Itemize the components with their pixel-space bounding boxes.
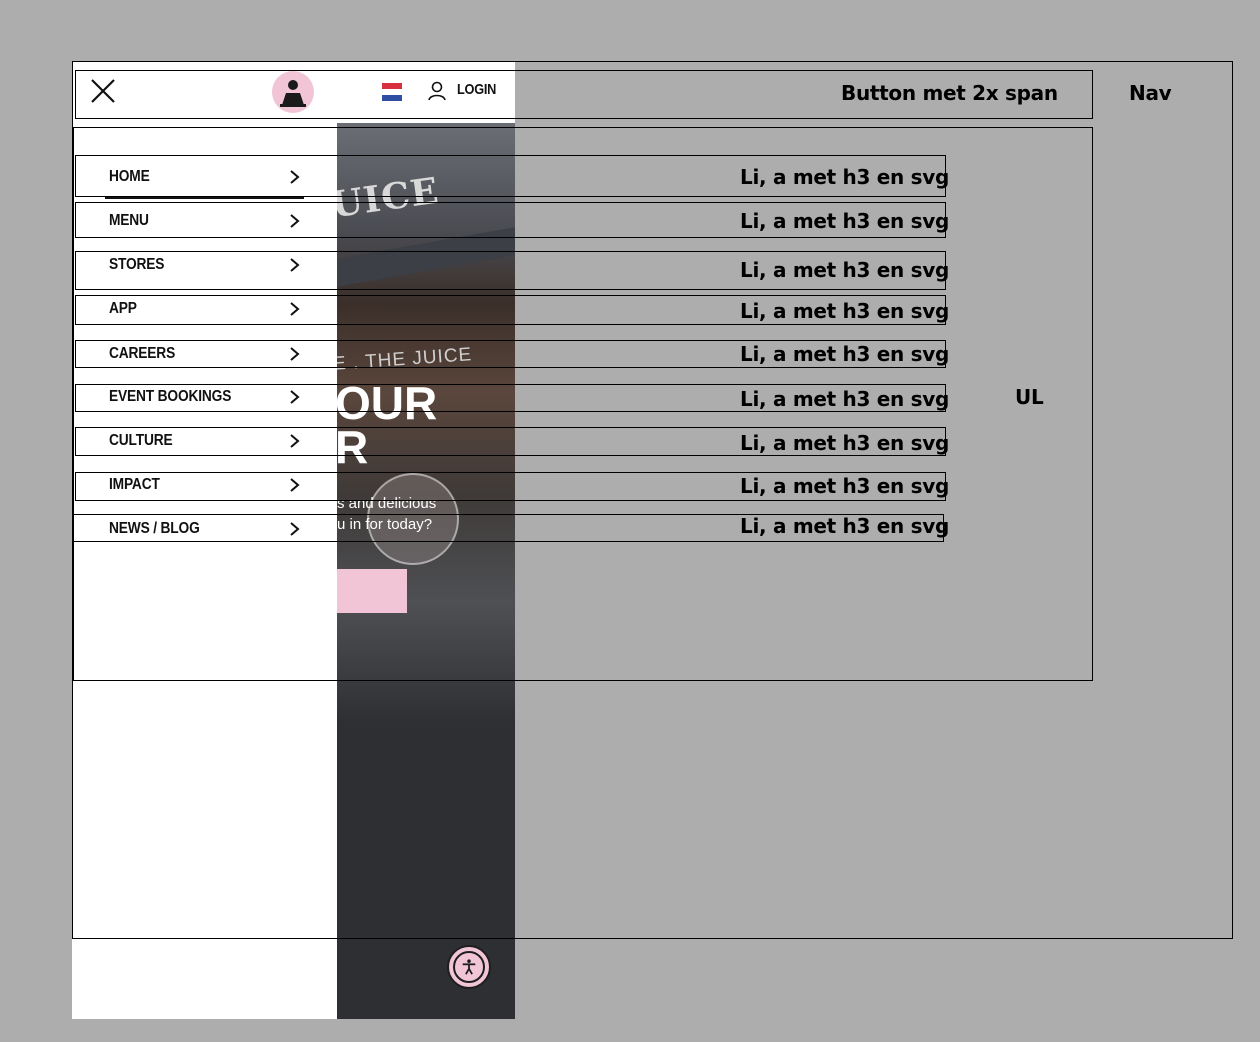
annotation-li-label: Li, a met h3 en svg — [740, 342, 949, 366]
accessibility-icon — [462, 959, 476, 975]
annotation-li-label: Li, a met h3 en svg — [740, 209, 949, 233]
annotation-li-label: Li, a met h3 en svg — [740, 299, 949, 323]
annotation-li-label: Li, a met h3 en svg — [740, 431, 949, 455]
annotation-button-label: Button met 2x span — [841, 81, 1058, 105]
annotation-nav-label: Nav — [1129, 81, 1172, 105]
annotation-li-label: Li, a met h3 en svg — [740, 258, 949, 282]
annotation-li-label: Li, a met h3 en svg — [740, 387, 949, 411]
annotation-li-label: Li, a met h3 en svg — [740, 165, 949, 189]
annotation-li-label: Li, a met h3 en svg — [740, 514, 949, 538]
annotation-ul-label: UL — [1015, 385, 1044, 409]
annotation-li-label: Li, a met h3 en svg — [740, 474, 949, 498]
accessibility-button[interactable] — [447, 945, 491, 989]
